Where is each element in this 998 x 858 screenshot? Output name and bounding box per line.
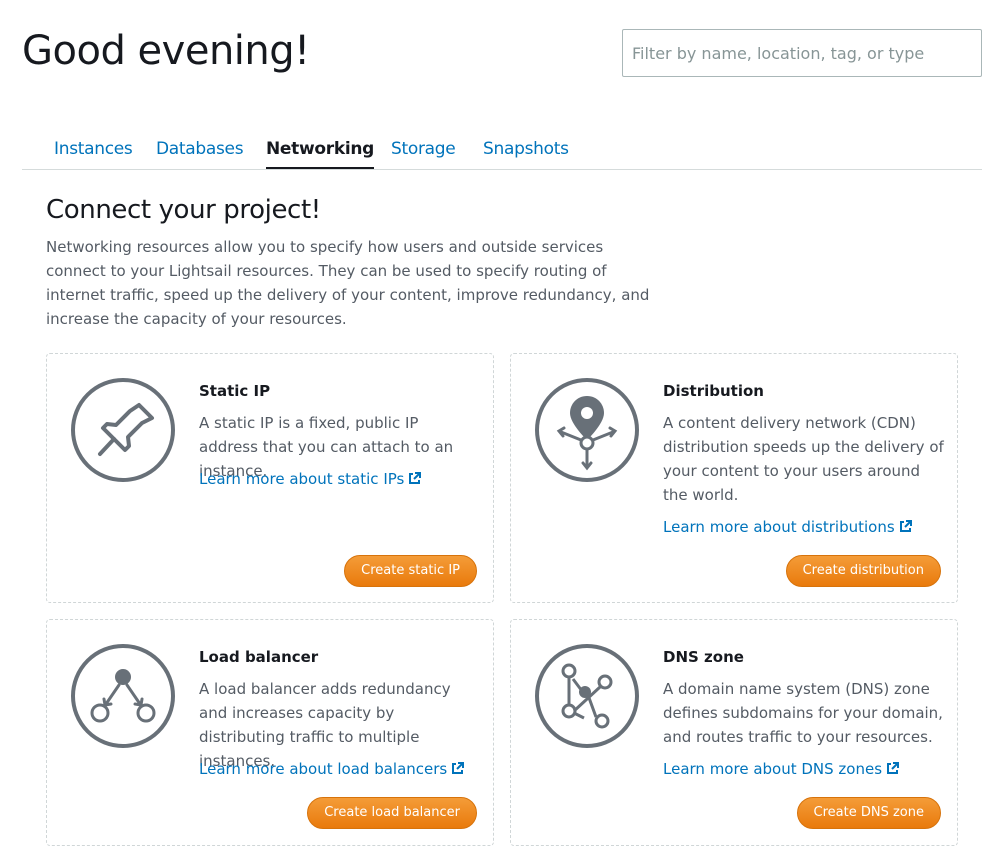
tab-databases[interactable]: Databases bbox=[156, 129, 244, 169]
link-label: Learn more about distributions bbox=[663, 518, 895, 536]
create-distribution-button[interactable]: Create distribution bbox=[785, 555, 941, 587]
tab-snapshots[interactable]: Snapshots bbox=[483, 129, 569, 169]
learn-more-static-ip-link[interactable]: Learn more about static IPs bbox=[199, 470, 422, 488]
link-label: Learn more about DNS zones bbox=[663, 760, 883, 778]
learn-more-load-balancers-link[interactable]: Learn more about load balancers bbox=[199, 760, 465, 778]
tab-storage[interactable]: Storage bbox=[391, 129, 456, 169]
section-title: Connect your project! bbox=[46, 195, 321, 225]
location-pin-icon bbox=[535, 378, 639, 482]
tab-networking[interactable]: Networking bbox=[266, 129, 374, 169]
card-title: DNS zone bbox=[663, 648, 744, 666]
learn-more-distributions-link[interactable]: Learn more about distributions bbox=[663, 518, 912, 536]
load-balancer-card: Load balancer A load balancer adds redun… bbox=[46, 619, 494, 846]
card-description: A domain name system (DNS) zone defines … bbox=[663, 680, 943, 746]
dns-graph-icon bbox=[535, 644, 639, 748]
tab-bar: Instances Databases Networking Storage S… bbox=[22, 129, 982, 170]
tab-instances[interactable]: Instances bbox=[54, 129, 133, 169]
pushpin-icon bbox=[71, 378, 175, 482]
card-title: Distribution bbox=[663, 382, 764, 400]
static-ip-card: Static IP A static IP is a fixed, public… bbox=[46, 353, 494, 603]
create-load-balancer-button[interactable]: Create load balancer bbox=[307, 797, 477, 829]
card-description: A load balancer adds redundancy and incr… bbox=[199, 680, 451, 770]
search-input[interactable] bbox=[622, 29, 982, 77]
create-dns-zone-button[interactable]: Create DNS zone bbox=[796, 797, 941, 829]
load-balancer-icon bbox=[71, 644, 175, 748]
card-description: A content delivery network (CDN) distrib… bbox=[663, 414, 944, 504]
learn-more-dns-zones-link[interactable]: Learn more about DNS zones bbox=[663, 760, 900, 778]
external-link-icon bbox=[899, 520, 912, 532]
card-title: Load balancer bbox=[199, 648, 319, 666]
section-intro: Networking resources allow you to specif… bbox=[46, 238, 650, 328]
link-label: Learn more about static IPs bbox=[199, 470, 405, 488]
page-greeting: Good evening! bbox=[22, 28, 310, 74]
card-title: Static IP bbox=[199, 382, 271, 400]
link-label: Learn more about load balancers bbox=[199, 760, 448, 778]
external-link-icon bbox=[409, 472, 422, 484]
distribution-card: Distribution A content delivery network … bbox=[510, 353, 958, 603]
external-link-icon bbox=[887, 762, 900, 774]
create-static-ip-button[interactable]: Create static IP bbox=[344, 555, 477, 587]
external-link-icon bbox=[452, 762, 465, 774]
dns-zone-card: DNS zone A domain name system (DNS) zone… bbox=[510, 619, 958, 846]
